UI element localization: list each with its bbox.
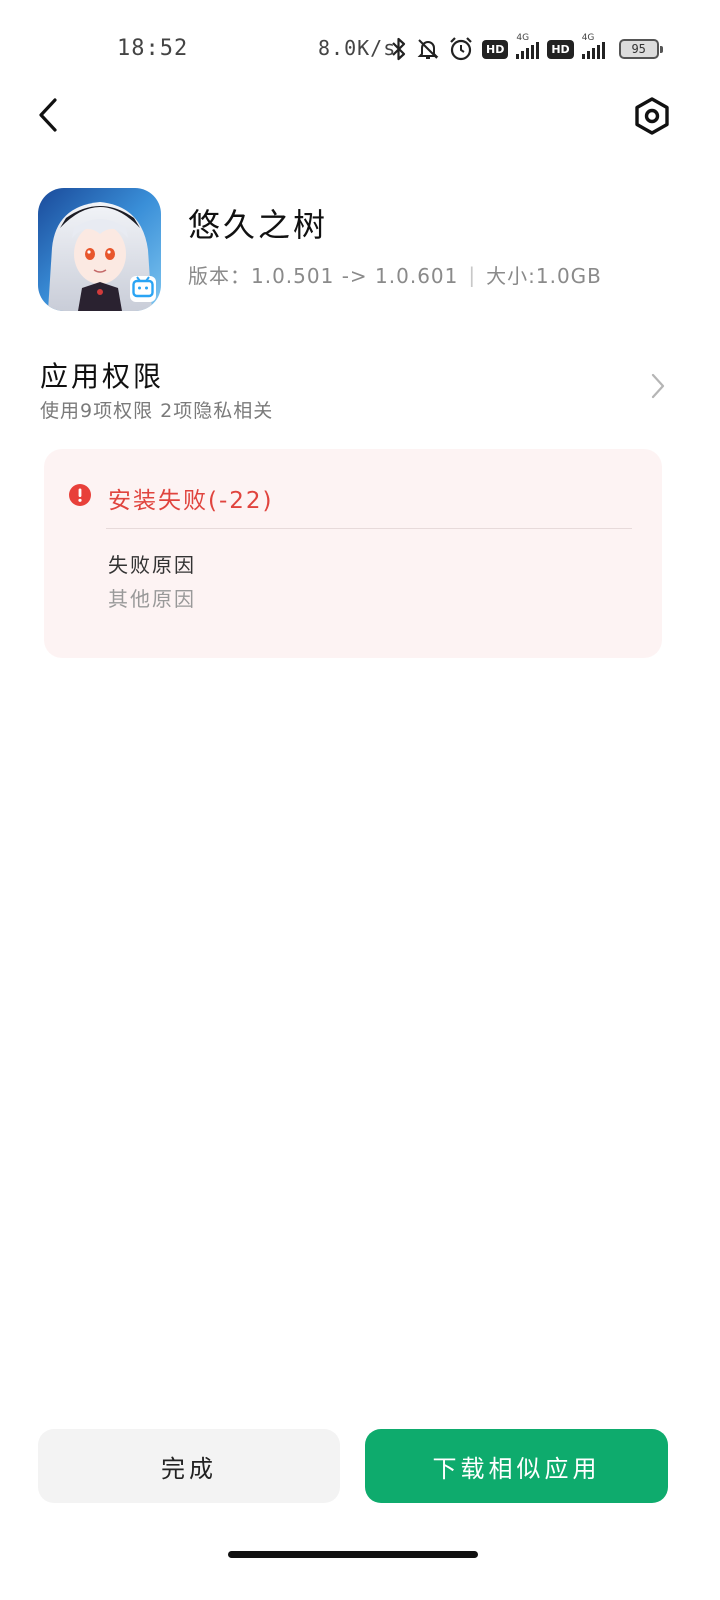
permissions-summary: 使用9项权限 2项隐私相关 [40, 400, 274, 422]
signal-icon: 4G [516, 33, 540, 59]
hexagon-gear-icon [635, 97, 669, 135]
error-icon [69, 484, 91, 506]
hd-icon: HD [547, 39, 574, 59]
meta-separator: | [468, 262, 477, 287]
home-indicator[interactable] [228, 1551, 478, 1558]
error-title: 安装失败(-22) [108, 488, 274, 514]
failure-reason-value: 其他原因 [108, 587, 196, 611]
app-meta: 版本：1.0.501 -> 1.0.601 | 大小:1.0GB [188, 260, 602, 289]
app-version: 版本：1.0.501 -> 1.0.601 [188, 264, 459, 288]
app-size: 大小:1.0GB [486, 264, 602, 288]
app-icon [38, 188, 161, 311]
error-divider [106, 528, 632, 529]
chevron-left-icon [39, 98, 57, 132]
settings-button[interactable] [630, 94, 674, 138]
permissions-title: 应用权限 [40, 360, 165, 393]
chevron-right-icon [651, 373, 665, 399]
mute-bell-icon [417, 39, 439, 59]
alarm-icon [450, 37, 472, 61]
status-icons: HD 4G HD 4G 95 [390, 33, 663, 64]
status-time: 18:52 [117, 36, 189, 61]
back-button[interactable] [28, 92, 68, 138]
failure-reason-label: 失败原因 [108, 553, 196, 577]
network-speed: 8.0K/s [318, 36, 397, 60]
install-result-screen: 18:52 8.0K/s HD 4G HD 4G 95 悠久之树 版本：1.0.… [0, 0, 720, 1600]
bluetooth-icon [392, 37, 406, 61]
status-bar: 18:52 8.0K/s HD 4G HD 4G 95 [0, 30, 720, 68]
install-error-card: 安装失败(-22) 失败原因 其他原因 [44, 449, 662, 658]
download-similar-button[interactable]: 下载相似应用 [365, 1429, 668, 1503]
permissions-row[interactable]: 应用权限 使用9项权限 2项隐私相关 [0, 350, 720, 430]
hd-icon: HD [482, 39, 509, 59]
battery-icon: 95 [618, 39, 663, 59]
signal-icon: 4G [581, 33, 605, 59]
battery-level: 95 [631, 42, 646, 56]
done-button[interactable]: 完成 [38, 1429, 340, 1503]
app-name: 悠久之树 [188, 206, 329, 244]
